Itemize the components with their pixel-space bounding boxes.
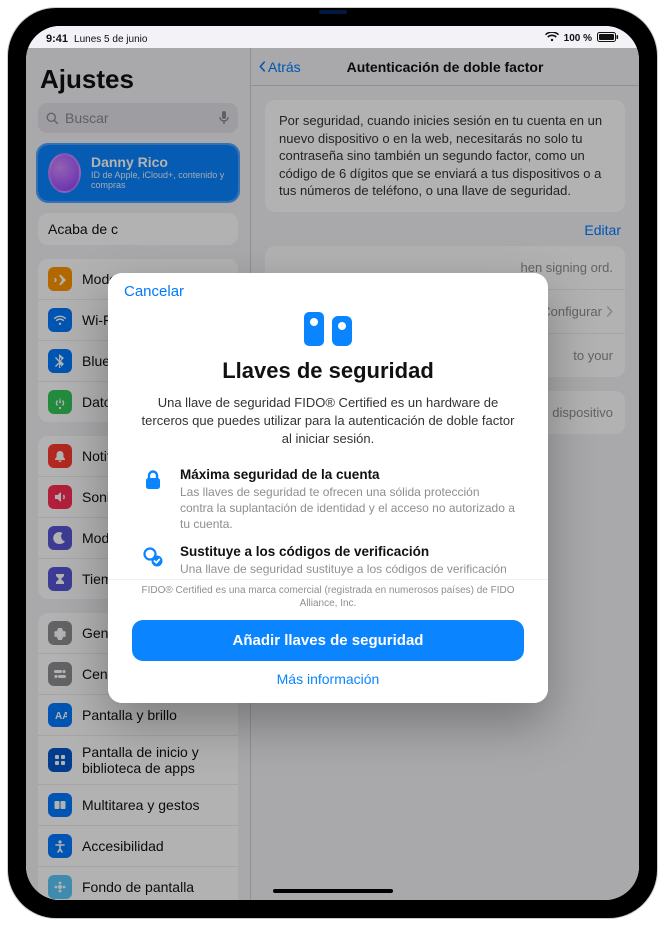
feature-title: Sustituye a los códigos de verificación xyxy=(180,544,516,559)
more-info-button[interactable]: Más información xyxy=(132,671,524,687)
device-camera xyxy=(319,10,347,14)
feature-replaces-codes: Sustituye a los códigos de verificación … xyxy=(140,544,516,579)
feature-title: Máxima seguridad de la cuenta xyxy=(180,467,516,482)
feature-body: Una llave de seguridad sustituye a los c… xyxy=(180,561,516,579)
battery-icon xyxy=(597,32,619,45)
feature-max-security: Máxima seguridad de la cuenta Las llaves… xyxy=(140,467,516,533)
battery-percent: 100 % xyxy=(564,33,592,44)
sheet-title: Llaves de seguridad xyxy=(140,358,516,384)
security-key-icon xyxy=(140,312,516,346)
lock-icon xyxy=(140,467,166,533)
add-security-keys-button[interactable]: Añadir llaves de seguridad xyxy=(132,620,524,661)
cancel-button[interactable]: Cancelar xyxy=(124,283,184,300)
security-keys-sheet: Cancelar Llaves de seguridad Una llave d… xyxy=(108,273,548,703)
key-check-icon xyxy=(140,544,166,579)
status-time: 9:41 xyxy=(46,33,68,45)
feature-body: Las llaves de seguridad te ofrecen una s… xyxy=(180,484,516,533)
wifi-icon xyxy=(545,32,559,45)
fineprint: FIDO® Certified es una marca comercial (… xyxy=(132,584,524,610)
status-bar: 9:41 Lunes 5 de junio 100 % xyxy=(26,26,639,48)
sheet-intro: Una llave de seguridad FIDO® Certified e… xyxy=(140,394,516,449)
status-date: Lunes 5 de junio xyxy=(74,34,147,45)
home-indicator[interactable] xyxy=(273,889,393,893)
